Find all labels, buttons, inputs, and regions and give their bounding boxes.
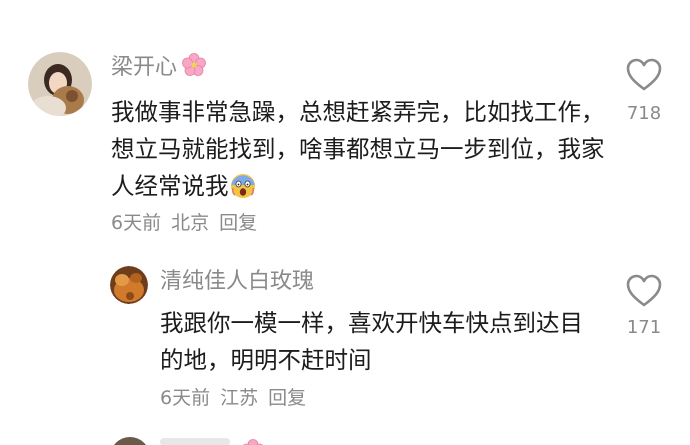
- like-button[interactable]: [618, 274, 670, 312]
- heart-outline-icon[interactable]: [626, 274, 662, 308]
- username[interactable]: 清纯佳人白玫瑰: [160, 267, 314, 297]
- username[interactable]: 梁开心: [111, 52, 207, 83]
- comment-location: 江苏: [220, 387, 259, 409]
- heart-outline-icon[interactable]: [626, 58, 662, 92]
- comment-body: 我做事非常急躁，总想赶紧弄完，比如找工作，想立马就能找到，啥事都想立马一步到位，…: [111, 98, 605, 200]
- like-count: 718: [626, 103, 662, 124]
- comment-text: 我跟你一模一样，喜欢开快车快点到达目的地，明明不赶时间: [160, 309, 583, 374]
- comment-location: 北京: [171, 212, 210, 234]
- avatar[interactable]: [110, 266, 148, 304]
- reply-button[interactable]: 回复: [219, 212, 257, 234]
- comment-meta: 6天前 江苏 回复: [160, 385, 306, 411]
- comment-time: 6天前: [160, 387, 211, 409]
- cherry-blossom-icon: [240, 438, 266, 445]
- comment-text: 我做事非常急躁，总想赶紧弄完，比如找工作，想立马就能找到，啥事都想立马一步到位，…: [111, 94, 606, 205]
- avatar[interactable]: [28, 52, 92, 116]
- username-text[interactable]: 梁开心: [111, 55, 177, 80]
- reply-button[interactable]: 回复: [268, 387, 306, 409]
- cherry-blossom-icon: [181, 52, 207, 78]
- like-button[interactable]: [618, 58, 670, 96]
- comment-time: 6天前: [111, 212, 162, 234]
- comment-meta: 6天前 北京 回复: [111, 210, 257, 236]
- like-count: 171: [626, 317, 662, 338]
- avatar[interactable]: [110, 437, 150, 445]
- scream-face-emoji-icon: [229, 171, 257, 199]
- comment-thread: 梁开心 我做事非常急躁，总想赶紧弄完，比如找工作，想立马就能找到，啥事都想立马一…: [0, 0, 690, 445]
- username-placeholder: [160, 438, 230, 445]
